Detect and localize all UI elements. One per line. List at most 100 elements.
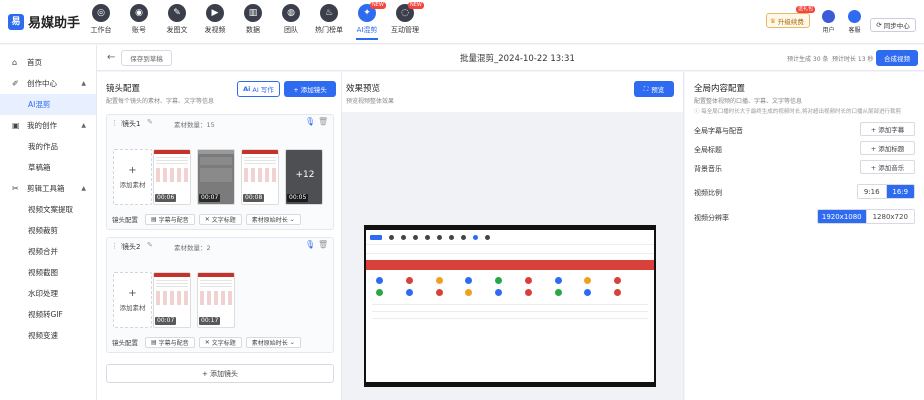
sidebar-item-13[interactable]: 视频变速: [0, 325, 96, 346]
global-notice: ⓘ 每全局口播时长大于最终生成的视频时长,将对超出视频时长的口播从尾部进行裁剪: [694, 109, 901, 115]
sync-center-button[interactable]: ⟳ 同步中心: [870, 18, 916, 32]
subtitle-voice-label: 字幕与配音: [158, 339, 189, 347]
lens-card-2: ⋮⋮ 镜头2 ✎ 素材数量：2 🎙 🗑 + 添加素材 00:07 00:17 镜头…: [106, 237, 334, 353]
duration-dropdown[interactable]: 素材原始时长 ⌄: [245, 213, 301, 225]
sidebar-item-6[interactable]: ✂ 剪辑工具箱 ▲: [0, 178, 96, 199]
nav-item-5[interactable]: ◍ 团队: [272, 4, 310, 35]
nav-item-6[interactable]: ♨ 热门榜单: [310, 4, 348, 35]
sidebar-item-7[interactable]: 视频文案提取: [0, 199, 96, 220]
chevron-up-icon: ▲: [81, 80, 86, 87]
avatar-icon: [822, 10, 835, 23]
add-lens-button[interactable]: + 添加镜头: [284, 81, 336, 97]
thumbnail-duration: 00:17: [199, 317, 221, 325]
add-material-button[interactable]: + 添加素材: [113, 272, 152, 328]
sidebar: ⌂ 首页 ✐ 创作中心 ▲ AI混剪 ▣ 我的创作 ▲ 我的作品 草稿箱 ✂ 剪辑工具箱 ▲ 视频文案提取视…: [0, 45, 97, 400]
compose-video-button[interactable]: 合成视频: [876, 50, 918, 66]
material-thumbnail[interactable]: 00:06: [153, 149, 191, 205]
material-count: 素材数量：15: [174, 121, 215, 129]
nav-label: AI混剪: [356, 26, 378, 34]
nav-item-7[interactable]: ✦ AI混剪 NEW: [348, 2, 386, 40]
edit-icon[interactable]: ✎: [147, 241, 153, 249]
lens-options-row: 镜头配置 ▤ 字幕与配音 ✕ 文字标题 素材原始时长 ⌄: [112, 336, 301, 348]
ai-write-button[interactable]: Ai AI 写作: [237, 81, 280, 97]
account-icon: ◉: [130, 4, 148, 22]
sidebar-item-2[interactable]: AI混剪: [0, 94, 96, 115]
mic-icon[interactable]: 🎙: [305, 240, 315, 249]
add-lens-bottom-button[interactable]: + 添加镜头: [106, 364, 334, 383]
thumbnail-duration: 00:07: [199, 194, 221, 202]
nav-item-8[interactable]: ◌ 互动管理 NEW: [386, 2, 424, 35]
top-bar: 易 易媒助手 ◎ 工作台 ◉ 账号 ✎ 发图文 ▶ 发视频 ▥ 数据 ◍ 团队 ♨ 热门榜单 ✦ AI混剪 NE…: [0, 0, 924, 44]
sidebar-item-label: 视频裁剪: [28, 226, 58, 235]
material-thumbnail[interactable]: 00:08: [241, 149, 279, 205]
app-logo[interactable]: 易 易媒助手: [8, 12, 80, 31]
nav-item-2[interactable]: ✎ 发图文: [158, 4, 196, 35]
sidebar-item-5[interactable]: 草稿箱: [0, 157, 96, 178]
active-tab-indicator: [356, 38, 378, 40]
add-title-button[interactable]: + 添加标题: [860, 141, 915, 155]
resolution-option[interactable]: 1920x1080: [818, 210, 866, 223]
sidebar-item-8[interactable]: 视频裁剪: [0, 220, 96, 241]
material-thumbnail[interactable]: 00:05 +12: [285, 149, 323, 205]
trash-icon[interactable]: 🗑: [318, 117, 328, 126]
add-material-label: 添加素材: [119, 303, 146, 312]
nav-label: 团队: [284, 26, 298, 34]
user-avatar[interactable]: 用户: [822, 10, 835, 34]
sidebar-item-4[interactable]: 我的作品: [0, 136, 96, 157]
text-icon: ✕: [204, 338, 210, 346]
global-config-panel: 全局内容配置 配置整体视频的口播、字幕、文字等信息 ⓘ 每全局口播时长大于最终生…: [685, 72, 924, 400]
subtitle-voice-button[interactable]: ▤ 字幕与配音: [145, 213, 195, 225]
hot-list-icon: ♨: [320, 4, 338, 22]
subtitle-voice-button[interactable]: ▤ 字幕与配音: [145, 336, 195, 348]
sidebar-item-0[interactable]: ⌂ 首页: [0, 52, 96, 73]
text-title-label: 文字标题: [211, 216, 236, 224]
resolution-option[interactable]: 1280x720: [865, 210, 914, 223]
nav-item-0[interactable]: ◎ 工作台: [82, 4, 120, 35]
more-count: +12: [295, 170, 315, 180]
preview-screenshot: [366, 230, 654, 382]
plus-icon: +: [128, 164, 137, 176]
text-title-button[interactable]: ✕ 文字标题: [198, 213, 242, 225]
customer-service-button[interactable]: 客服: [848, 10, 861, 34]
sidebar-item-12[interactable]: 视频转GIF: [0, 304, 96, 325]
material-thumbnail[interactable]: 00:07: [153, 272, 191, 328]
resolution-label: 视频分辨率: [694, 214, 729, 222]
mic-icon[interactable]: 🎙: [305, 117, 315, 126]
preview-video-frame[interactable]: [364, 225, 656, 387]
ratio-selector: 9:16 16:9: [857, 184, 915, 199]
ratio-option[interactable]: 16:9: [885, 185, 914, 198]
sync-icon: ⟳: [876, 21, 882, 29]
duration-dropdown[interactable]: 素材原始时长 ⌄: [245, 336, 301, 348]
add-material-button[interactable]: + 添加素材: [113, 149, 152, 205]
sidebar-item-3[interactable]: ▣ 我的创作 ▲: [0, 115, 96, 136]
lens-options-row: 镜头配置 ▤ 字幕与配音 ✕ 文字标题 素材原始时长 ⌄: [112, 213, 301, 225]
material-thumbnail[interactable]: 00:07: [197, 149, 235, 205]
material-thumbnail[interactable]: 00:17: [197, 272, 235, 328]
sidebar-item-label: 视频变速: [28, 331, 58, 340]
trash-icon[interactable]: 🗑: [318, 240, 328, 249]
add-subtitle-button[interactable]: + 添加字幕: [860, 122, 915, 136]
ratio-label: 视频比例: [694, 189, 722, 197]
save-draft-button[interactable]: 保存到草稿: [121, 50, 172, 66]
sidebar-item-9[interactable]: 视频合并: [0, 241, 96, 262]
preview-panel: 效果预览 预览视频整体效果 ⛶ 预览: [342, 72, 684, 400]
sidebar-item-10[interactable]: 视频截图: [0, 262, 96, 283]
back-arrow-icon[interactable]: ←: [107, 52, 115, 63]
text-title-button[interactable]: ✕ 文字标题: [198, 336, 242, 348]
sidebar-item-label: 视频合并: [28, 247, 58, 256]
lens-panel-title: 镜头配置: [106, 84, 141, 94]
preview-button[interactable]: ⛶ 预览: [634, 81, 674, 97]
sidebar-item-11[interactable]: 水印处理: [0, 283, 96, 304]
nav-item-4[interactable]: ▥ 数据: [234, 4, 272, 35]
edit-icon[interactable]: ✎: [147, 118, 153, 126]
nav-item-3[interactable]: ▶ 发视频: [196, 4, 234, 35]
ratio-option[interactable]: 9:16: [858, 185, 886, 198]
thumbnail-duration: 00:05: [287, 194, 309, 202]
nav-label: 账号: [132, 26, 146, 34]
sidebar-item-1[interactable]: ✐ 创作中心 ▲: [0, 73, 96, 94]
add-music-button[interactable]: + 添加音乐: [860, 160, 915, 174]
workbench-icon: ◎: [92, 4, 110, 22]
nav-item-1[interactable]: ◉ 账号: [120, 4, 158, 35]
duration-label: 素材原始时长: [251, 339, 288, 347]
upgrade-button[interactable]: ♛ 升级续费: [766, 13, 810, 28]
